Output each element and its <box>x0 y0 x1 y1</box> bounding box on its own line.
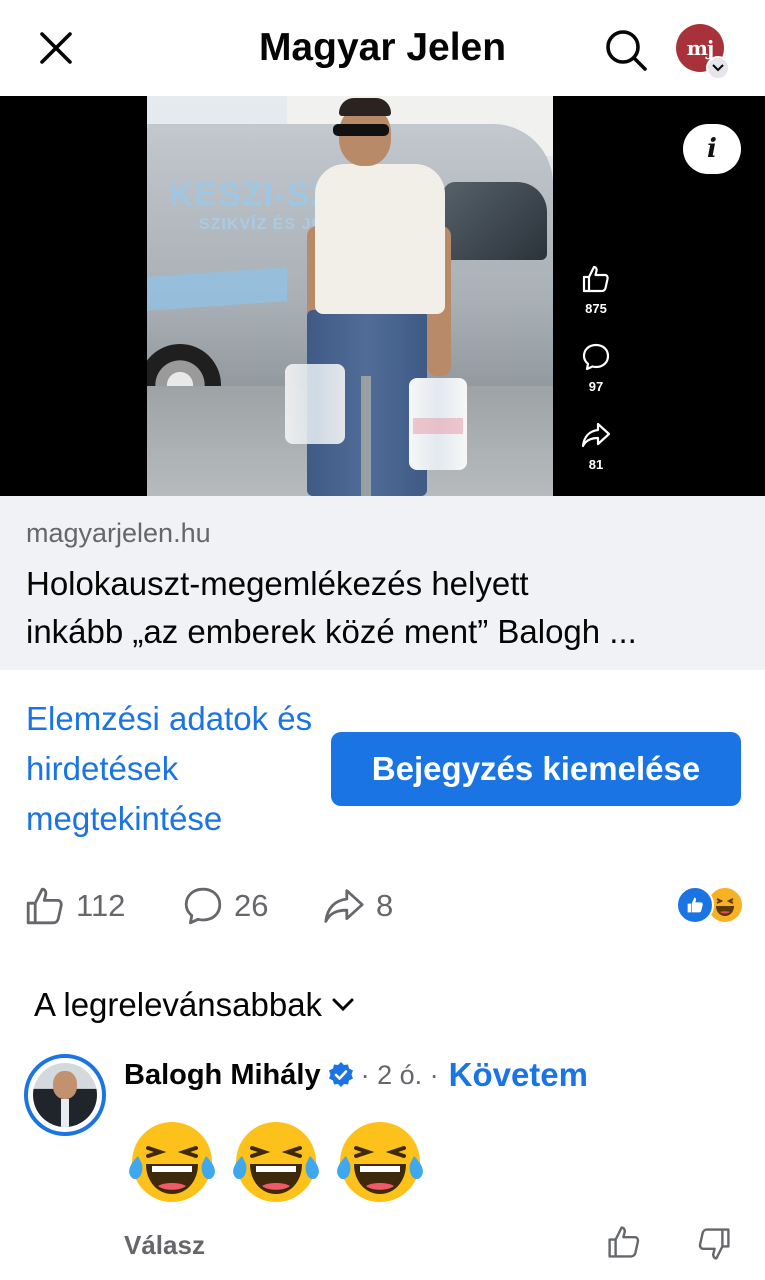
share-count: 8 <box>376 888 394 923</box>
face-with-tears-of-joy-icon <box>233 1122 319 1202</box>
reply-button[interactable]: Válasz <box>124 1230 205 1261</box>
comment-icon <box>184 887 222 925</box>
info-button[interactable]: i <box>683 124 741 174</box>
avatar-shirt <box>61 1099 69 1127</box>
avatar-head <box>53 1071 77 1099</box>
legs-gap <box>361 376 371 496</box>
follow-button[interactable]: Követem <box>449 1056 588 1094</box>
comment-count: 26 <box>234 888 269 923</box>
search-icon <box>606 30 647 71</box>
boost-post-button[interactable]: Bejegyzés kiemelése <box>331 732 741 806</box>
dislike-icon <box>698 1228 730 1260</box>
close-icon <box>40 32 72 64</box>
video-like-count: 875 <box>585 301 607 316</box>
like-count: 112 <box>76 888 126 923</box>
video-frame: KESZI-SZÓ SZIKVÍZ ÉS JÉG <box>147 96 553 496</box>
chevron-down-icon <box>332 998 354 1012</box>
top-bar: Magyar Jelen mj <box>0 0 765 96</box>
comment-icon <box>582 343 610 371</box>
close-button[interactable] <box>34 26 78 70</box>
like-reaction-icon <box>676 886 714 924</box>
link-domain: magyarjelen.hu <box>26 518 211 548</box>
video-share-button[interactable]: 81 <box>575 420 617 472</box>
like-button[interactable]: 112 <box>24 884 125 928</box>
reaction-summary[interactable] <box>676 886 746 926</box>
sunglasses <box>333 124 389 136</box>
comment-like-button[interactable] <box>606 1224 642 1265</box>
search-button[interactable] <box>600 24 652 76</box>
video-comment-count: 97 <box>588 379 604 394</box>
commenter-avatar[interactable] <box>24 1054 106 1136</box>
comment-body <box>124 1112 428 1208</box>
video-player[interactable]: KESZI-SZÓ SZIKVÍZ ÉS JÉG i 875 97 81 <box>0 96 765 496</box>
avatar-photo <box>33 1063 97 1127</box>
van-stripe <box>147 267 287 311</box>
comment-dislike-button[interactable] <box>696 1226 732 1267</box>
video-like-button[interactable]: 875 <box>575 264 617 316</box>
link-preview[interactable]: magyarjelen.hu Holokauszt-megemlékezés h… <box>0 496 765 670</box>
water-bottles <box>285 364 345 444</box>
comment-sort-dropdown[interactable]: A legrelevánsabbak <box>34 986 354 1024</box>
van-window <box>443 182 547 260</box>
commenter-name[interactable]: Balogh Mihály <box>124 1059 321 1092</box>
water-bottles <box>409 378 467 470</box>
verified-icon <box>328 1062 353 1087</box>
insights-link[interactable]: Elemzési adatok és hirdetések megtekinté… <box>26 694 326 844</box>
face-with-tears-of-joy-icon <box>129 1122 215 1202</box>
like-icon <box>582 265 609 293</box>
video-comment-button[interactable]: 97 <box>575 342 617 394</box>
sort-label: A legrelevánsabbak <box>34 986 323 1023</box>
link-title-line2: inkább „az emberek közé ment” Balogh ... <box>26 613 637 650</box>
share-icon <box>324 889 364 923</box>
video-share-count: 81 <box>588 457 604 472</box>
info-icon: i <box>707 134 717 164</box>
comment-header: Balogh Mihály · 2 ó. · Követem <box>124 1056 588 1094</box>
face-with-tears-of-joy-icon <box>337 1122 423 1202</box>
person-shirt <box>315 164 445 314</box>
share-icon <box>581 422 611 448</box>
share-button[interactable]: 8 <box>322 884 393 928</box>
like-icon <box>608 1226 640 1258</box>
like-icon <box>26 887 63 925</box>
person-hair <box>339 98 391 116</box>
comment-button[interactable]: 26 <box>182 884 268 928</box>
chevron-down-icon <box>706 56 730 80</box>
profile-switcher[interactable]: mj <box>676 24 730 80</box>
comment-timestamp: · 2 ó. · <box>360 1059 439 1090</box>
link-title-line1: Holokauszt-megemlékezés helyett <box>26 565 529 602</box>
link-title: Holokauszt-megemlékezés helyett inkább „… <box>26 560 746 656</box>
